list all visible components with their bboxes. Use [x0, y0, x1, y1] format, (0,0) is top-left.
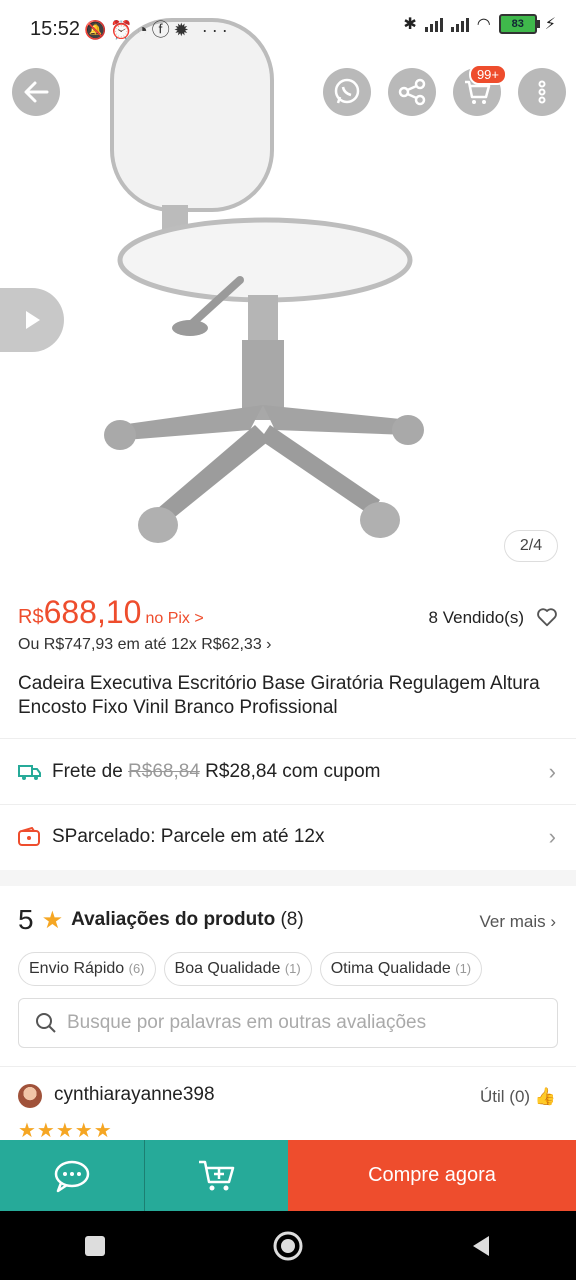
share-icon — [398, 78, 426, 106]
back-nav-icon[interactable] — [469, 1234, 493, 1258]
play-video-button[interactable] — [0, 288, 64, 352]
status-bar: 15:52 🔕⏰◔ⓕ✹ ··· ✱ ◠ 83 ⚡ — [0, 0, 576, 62]
see-more-link[interactable]: Ver mais › — [479, 912, 556, 932]
wallet-icon — [18, 825, 42, 849]
shipping-prefix: Frete de — [52, 761, 123, 782]
recents-icon[interactable] — [83, 1234, 107, 1258]
cart-badge: 99+ — [468, 64, 507, 85]
add-to-cart-button[interactable] — [144, 1140, 288, 1211]
chip-otima-qualidade[interactable]: Otima Qualidade (1) — [319, 952, 483, 986]
signal-icon — [424, 16, 443, 32]
wifi-icon: ◠ — [476, 16, 491, 33]
divider — [0, 1066, 576, 1067]
buy-now-button[interactable]: Compre agora — [288, 1140, 576, 1211]
star-icon: ★ — [41, 906, 64, 934]
system-icons: ✱ ◠ 83 ⚡ — [403, 14, 556, 34]
status-time: 15:52 — [30, 18, 81, 40]
bottom-action-bar: Compre agora — [0, 1140, 576, 1211]
installments-label: SParcelado: Parcele em até 12x — [52, 826, 325, 847]
add-cart-icon — [198, 1160, 234, 1190]
share-button[interactable] — [388, 68, 436, 116]
pix-label[interactable]: no Pix > — [145, 610, 203, 627]
notification-icons: 🔕⏰◔ⓕ✹ ··· — [84, 20, 232, 40]
play-icon — [26, 311, 40, 329]
cart-button[interactable]: 99+ — [453, 64, 507, 116]
battery-icon: 83 — [498, 14, 540, 34]
price-value: 688,10 — [43, 594, 142, 630]
more-options-button[interactable] — [518, 68, 566, 116]
chip-envio-rapido[interactable]: Envio Rápido (6) — [18, 952, 156, 986]
rating-score: 5 — [18, 904, 34, 935]
avatar — [18, 1084, 42, 1108]
sold-count: 8 Vendido(s) — [428, 608, 524, 627]
reviews-count: (8) — [280, 909, 304, 930]
more-vertical-icon — [538, 80, 546, 104]
review-username: cynthiarayanne398 — [54, 1084, 215, 1105]
chat-icon — [54, 1160, 90, 1192]
reviews-label: Avaliações do produto — [71, 909, 276, 930]
search-placeholder: Busque por palavras em outras avaliações — [67, 1012, 427, 1033]
truck-icon — [18, 760, 42, 784]
bluetooth-icon: ✱ — [403, 16, 417, 33]
section-gap — [0, 870, 576, 886]
arrow-left-icon — [24, 81, 49, 103]
chevron-right-icon: › — [548, 759, 556, 784]
thumbs-up-icon: 👍 — [534, 1087, 556, 1106]
review-search-input[interactable]: Busque por palavras em outras avaliações — [18, 998, 558, 1048]
system-nav-bar — [0, 1211, 576, 1280]
installments-row[interactable]: SParcelado: Parcele em até 12x › — [0, 805, 576, 869]
shipping-new-price: R$28,84 com cupom — [205, 761, 381, 782]
heart-icon[interactable] — [536, 606, 558, 628]
image-pager: 2/4 — [504, 530, 558, 562]
useful-button[interactable]: Útil (0) 👍 — [480, 1087, 556, 1107]
home-icon[interactable] — [273, 1231, 303, 1261]
charging-icon: ⚡ — [544, 16, 556, 33]
review-filter-chips: Envio Rápido (6) Boa Qualidade (1) Otima… — [18, 952, 483, 986]
product-title: Cadeira Executiva Escritório Base Girató… — [18, 673, 540, 718]
shipping-row[interactable]: Frete de R$68,84 R$28,84 com cupom › — [0, 740, 576, 804]
chevron-right-icon: › — [548, 824, 556, 849]
chat-button[interactable] — [0, 1140, 144, 1211]
divider — [0, 738, 576, 739]
back-button[interactable] — [12, 68, 60, 116]
reviews-header: 5 ★ Avaliações do produto (8) — [18, 904, 304, 936]
search-icon — [36, 1013, 56, 1033]
signal-icon-2 — [450, 16, 469, 32]
shipping-old-price: R$68,84 — [128, 761, 200, 782]
installment-info[interactable]: Ou R$747,93 em até 12x R$62,33 › — [18, 636, 272, 654]
price: R$688,10 no Pix > — [18, 594, 204, 631]
chip-boa-qualidade[interactable]: Boa Qualidade (1) — [163, 952, 312, 986]
price-currency: R$ — [18, 606, 44, 628]
whatsapp-icon — [334, 78, 360, 104]
whatsapp-share-button[interactable] — [323, 68, 371, 116]
